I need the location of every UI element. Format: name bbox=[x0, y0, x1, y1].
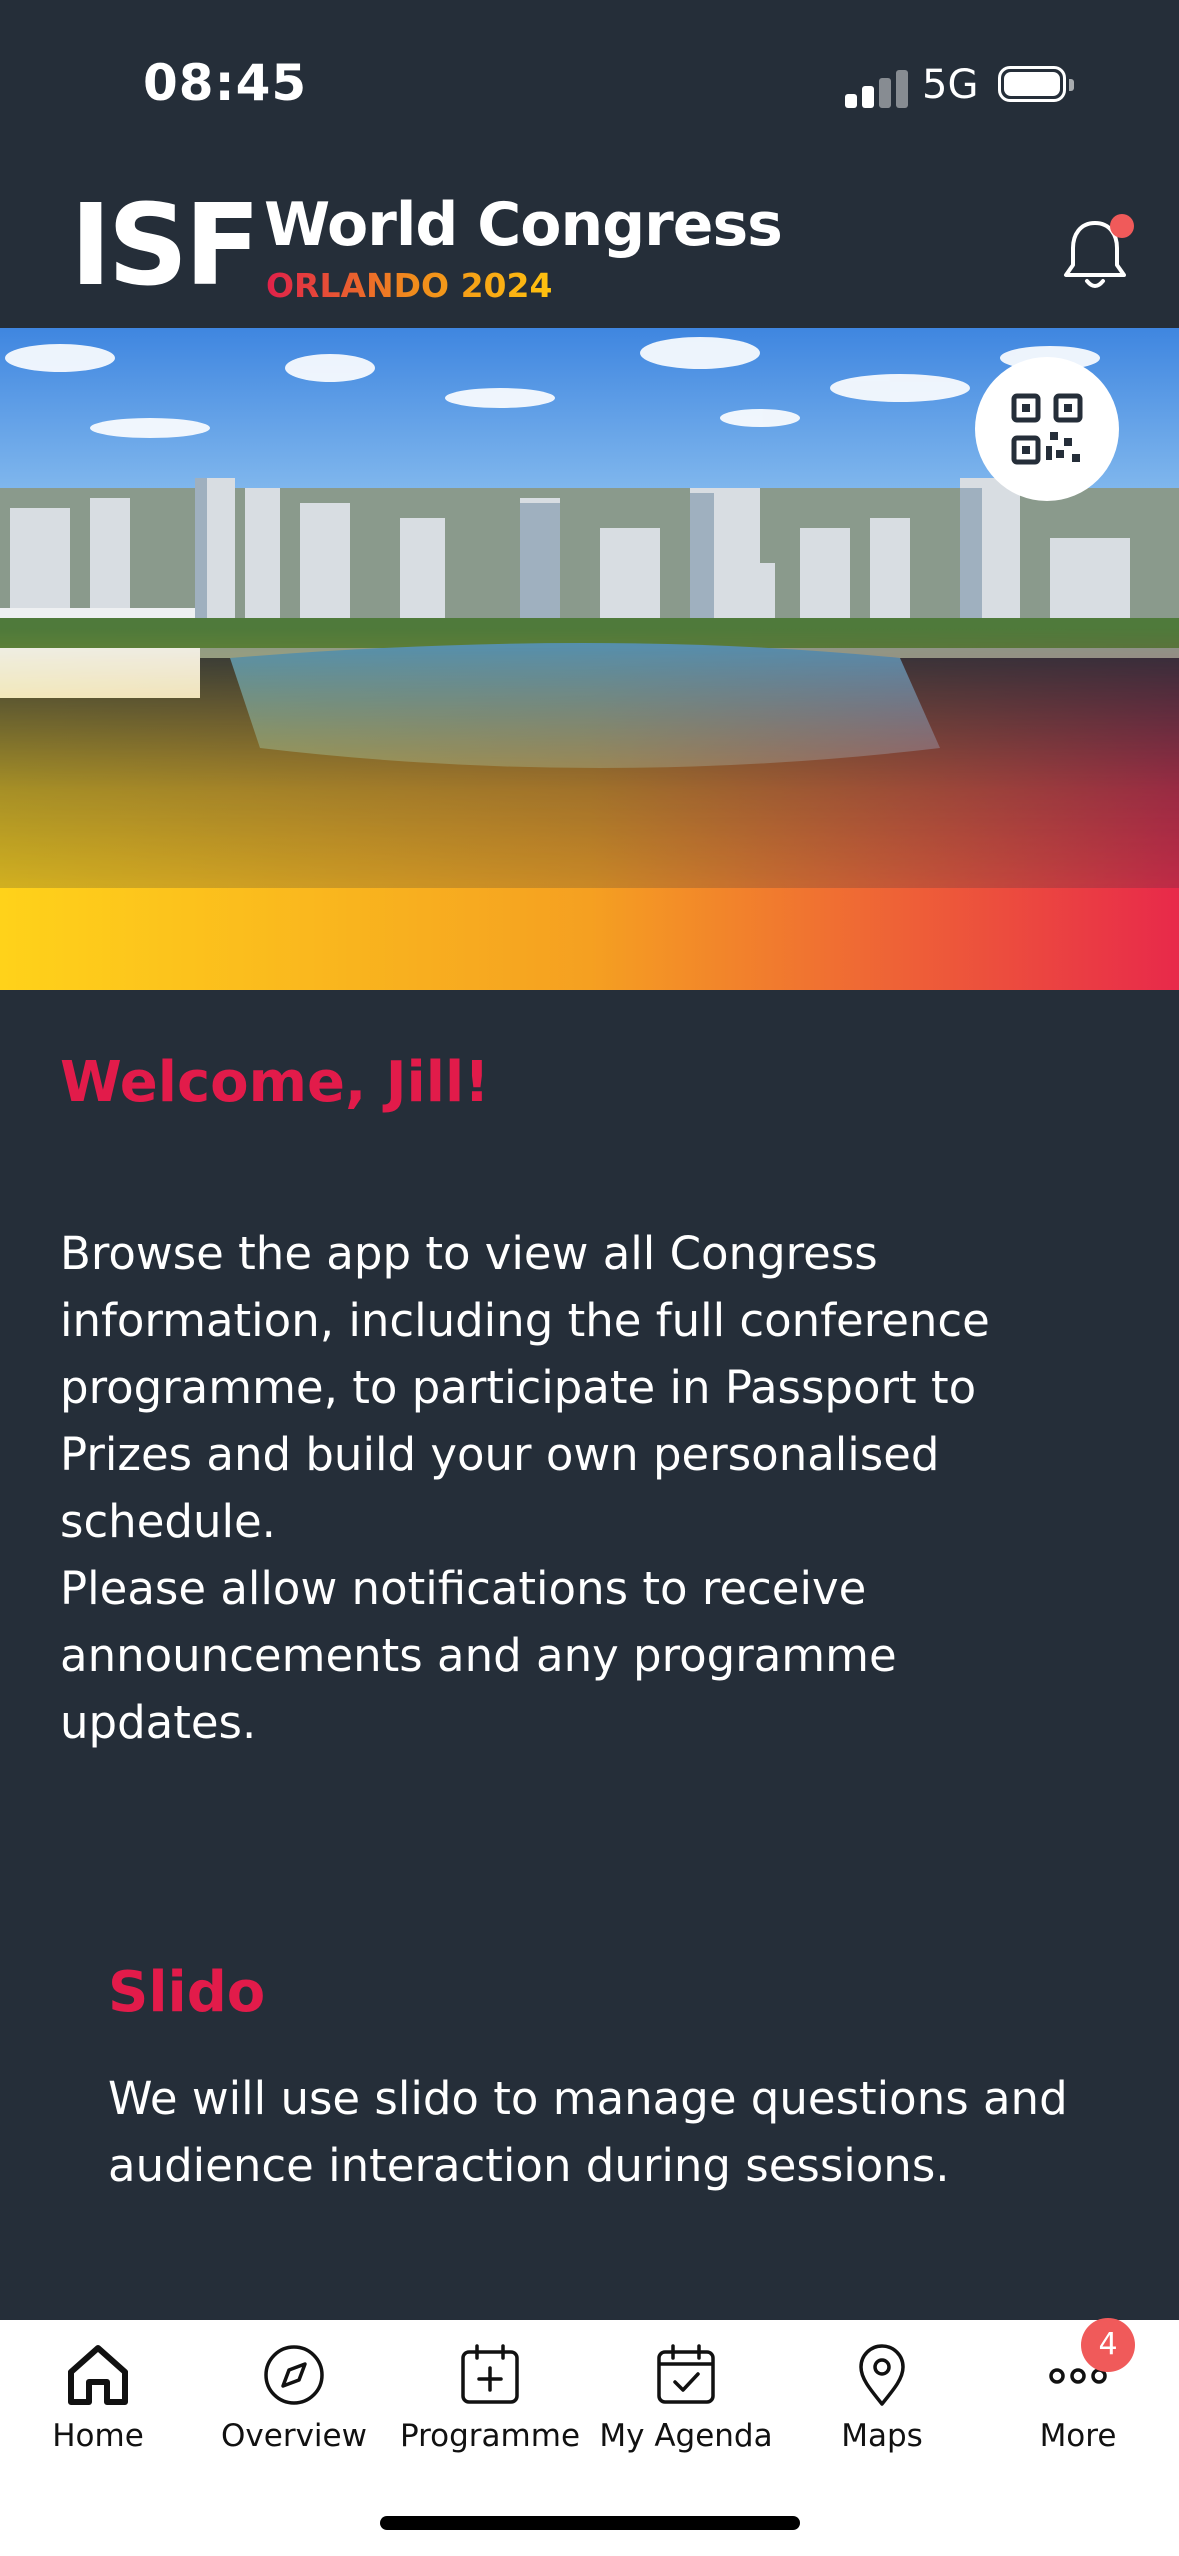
calendar-plus-icon bbox=[461, 2344, 519, 2404]
compass-icon bbox=[264, 2345, 324, 2405]
qr-code-icon bbox=[1011, 393, 1083, 465]
logo-mark: ISF bbox=[70, 181, 261, 311]
qr-code-button[interactable] bbox=[975, 357, 1119, 501]
network-type: 5G bbox=[922, 62, 979, 108]
welcome-section: Welcome, Jill! Browse the app to view al… bbox=[60, 1050, 1120, 1756]
app-subtitle: ORLANDO 2024 bbox=[266, 266, 553, 305]
tab-more-label: More bbox=[1039, 2418, 1117, 2454]
slido-section: Slido We will use slido to manage questi… bbox=[108, 1960, 1128, 2199]
tab-maps[interactable]: Maps bbox=[784, 2340, 980, 2480]
signal-strength-icon bbox=[845, 70, 908, 108]
app-header: ISF World Congress ORLANDO 2024 bbox=[0, 170, 1179, 328]
map-pin-icon bbox=[859, 2344, 905, 2406]
battery-icon bbox=[998, 66, 1074, 106]
calendar-check-icon bbox=[657, 2344, 715, 2404]
tab-overview[interactable]: Overview bbox=[196, 2340, 392, 2480]
welcome-heading: Welcome, Jill! bbox=[60, 1050, 490, 1115]
status-time: 08:45 bbox=[143, 54, 308, 112]
tab-my-agenda[interactable]: My Agenda bbox=[588, 2340, 784, 2480]
tab-home[interactable]: Home bbox=[0, 2340, 196, 2480]
slido-heading: Slido bbox=[108, 1960, 266, 2025]
status-bar: 08:45 5G bbox=[0, 0, 1179, 170]
slido-text: We will use slido to manage questions an… bbox=[108, 2072, 1068, 2192]
tab-programme[interactable]: Programme bbox=[392, 2340, 588, 2480]
tab-home-label: Home bbox=[52, 2418, 144, 2454]
home-indicator bbox=[380, 2516, 800, 2530]
app-title: World Congress bbox=[264, 190, 783, 260]
more-badge: 4 bbox=[1081, 2318, 1135, 2372]
tab-programme-label: Programme bbox=[399, 2418, 581, 2454]
tab-maps-label: Maps bbox=[841, 2418, 923, 2454]
welcome-text: Browse the app to view all Congress info… bbox=[60, 1227, 990, 1749]
notification-dot bbox=[1110, 214, 1134, 238]
tab-more[interactable]: More bbox=[980, 2340, 1176, 2480]
tab-overview-label: Overview bbox=[221, 2418, 367, 2454]
home-icon bbox=[68, 2345, 128, 2405]
tab-my-agenda-label: My Agenda bbox=[599, 2418, 773, 2454]
